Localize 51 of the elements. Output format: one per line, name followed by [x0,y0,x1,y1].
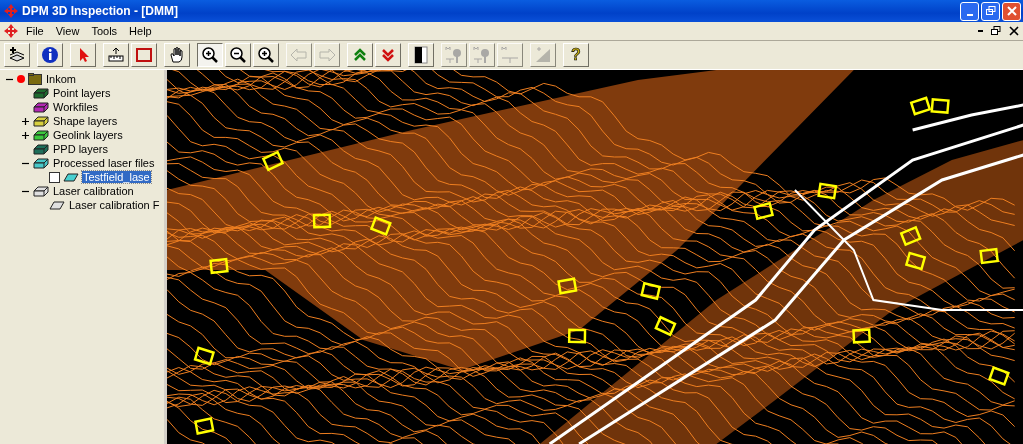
tree-item[interactable]: Testfield_lase [82,171,151,183]
add-layer-button[interactable] [4,43,30,67]
pointer-button[interactable] [70,43,96,67]
zoom-fit-button[interactable] [253,43,279,67]
menu-item[interactable]: File [26,25,44,37]
checkbox[interactable] [49,171,60,183]
tree-item[interactable]: Shape layers [52,115,119,127]
tree-item[interactable]: Laser calibration F [68,199,161,211]
tree-item[interactable]: Geolink layers [52,129,124,141]
app-icon [4,4,18,18]
tree-item[interactable]: Laser calibration [52,185,135,197]
close-icon[interactable] [1009,26,1019,36]
restore-button[interactable] [981,1,1000,21]
tree-icon [472,45,492,65]
expand-icon[interactable] [21,131,29,139]
tree-item[interactable]: Inkom [45,73,77,85]
window-title: DPM 3D Inspection - [DMM] [22,4,178,18]
folder-icon [28,73,42,85]
zoom-out-button[interactable] [225,43,251,67]
minimize-icon [966,13,973,16]
zoom-in-button[interactable] [197,43,223,67]
menu-item[interactable]: View [55,25,80,37]
contrast-button[interactable] [408,43,434,67]
minimize-button[interactable] [960,1,979,21]
tree-item[interactable]: PPD layers [52,143,110,155]
frame-icon [134,45,154,65]
document-icon [4,24,18,38]
tree-item[interactable]: Workfiles [52,101,100,113]
info-button[interactable] [37,43,63,67]
tree-item[interactable]: Processed laser files [52,157,156,169]
tree-icon [444,45,464,65]
close-button[interactable] [1002,1,1021,21]
restore-icon [985,6,996,16]
zoom-out-icon [228,45,248,65]
zoom-in-icon [200,45,220,65]
menu-item[interactable]: Help [129,25,152,37]
menu-item[interactable]: Tools [91,25,118,37]
close-icon [1006,6,1017,16]
zoom-icon [256,45,276,65]
frame-button[interactable] [131,43,157,67]
ruler-icon [106,45,126,65]
expand-icon[interactable] [21,117,29,125]
up-button[interactable] [347,43,373,67]
restore-icon[interactable] [991,26,1001,36]
contrast-icon [411,45,431,65]
down-button[interactable] [375,43,401,67]
measure-button[interactable] [103,43,129,67]
info-icon [40,45,60,65]
tree-item[interactable]: Point layers [52,87,112,99]
ground-icon [500,45,520,65]
pan-button[interactable] [164,43,190,67]
